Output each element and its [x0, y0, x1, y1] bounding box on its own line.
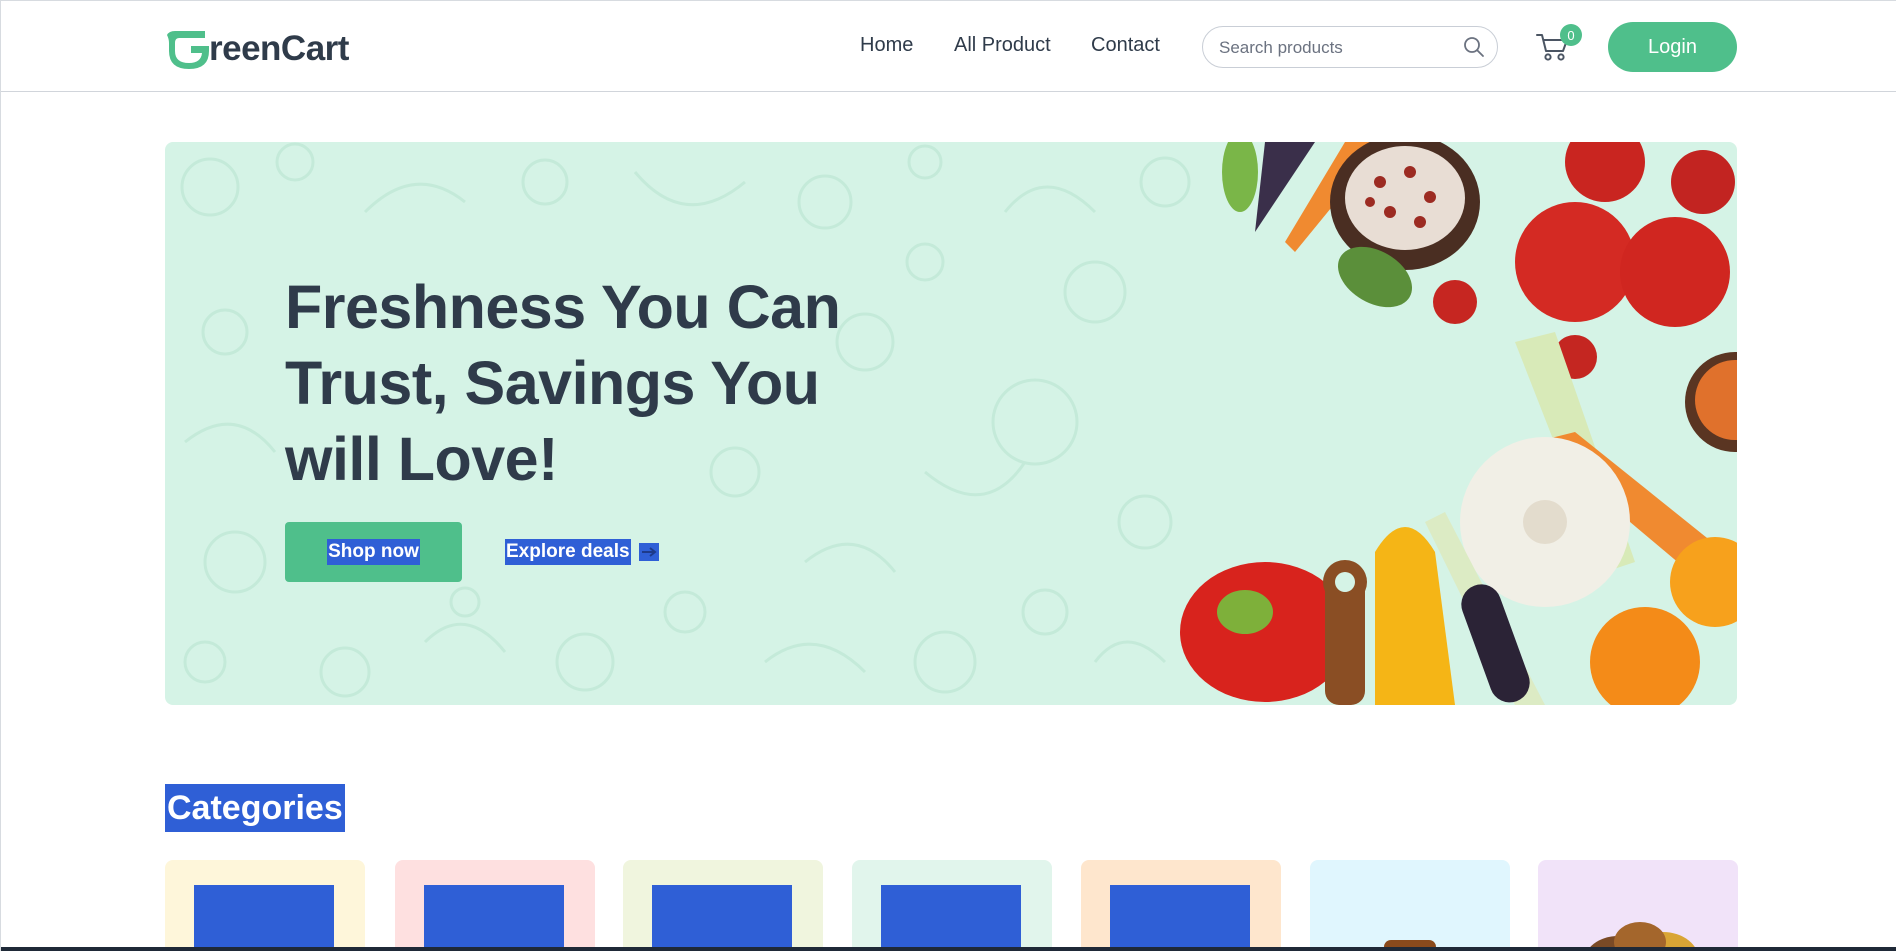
category-card[interactable]	[1081, 860, 1281, 951]
hero-title: Freshness You Can Trust, Savings You wil…	[285, 269, 905, 497]
drinks-image	[652, 885, 792, 951]
search-box	[1202, 26, 1498, 68]
logo[interactable]: reenCart	[165, 29, 349, 69]
navbar: reenCart Home All Product Contact 0 Logi…	[1, 1, 1896, 92]
category-card[interactable]	[1310, 860, 1510, 951]
vegetables-image	[1180, 142, 1737, 705]
dairy-image	[1110, 885, 1250, 951]
window-bottom-edge	[1, 947, 1896, 951]
search-icon[interactable]	[1463, 36, 1485, 58]
category-card[interactable]	[395, 860, 595, 951]
category-card[interactable]	[1538, 860, 1738, 951]
logo-text: reenCart	[209, 29, 349, 68]
explore-deals-label: Explore deals	[505, 539, 631, 565]
nav-all-product[interactable]: All Product	[954, 34, 1051, 57]
category-card[interactable]	[165, 860, 365, 951]
category-card[interactable]	[623, 860, 823, 951]
category-card[interactable]	[852, 860, 1052, 951]
shop-now-button[interactable]: Shop now	[285, 522, 462, 582]
login-button[interactable]: Login	[1608, 22, 1737, 72]
instant-food-image	[881, 885, 1021, 951]
cart-count-badge: 0	[1560, 24, 1582, 46]
arrow-right-icon	[638, 543, 659, 561]
hero-title-line-1: Freshness You Can	[285, 273, 841, 341]
explore-deals-link[interactable]: Explore deals	[505, 535, 659, 569]
categories-heading: Categories	[165, 784, 345, 832]
page: reenCart Home All Product Contact 0 Logi…	[0, 0, 1896, 951]
search-input[interactable]	[1219, 35, 1449, 61]
greencart-logo-icon	[167, 31, 209, 69]
grapes-image	[194, 885, 334, 951]
hero-title-line-2: Trust, Savings You	[285, 349, 820, 417]
fruits-image	[424, 885, 564, 951]
grains-image	[1587, 922, 1698, 951]
hero-title-line-3: will Love!	[285, 425, 558, 493]
shop-now-label: Shop now	[327, 539, 420, 565]
hero-banner: Freshness You Can Trust, Savings You wil…	[165, 142, 1737, 705]
nav-home[interactable]: Home	[860, 34, 913, 57]
nav-contact[interactable]: Contact	[1091, 34, 1160, 57]
